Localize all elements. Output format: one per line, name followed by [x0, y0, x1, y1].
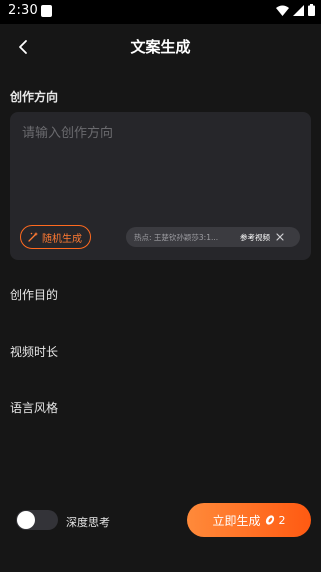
toggle-knob — [17, 511, 35, 529]
direction-card: 随机生成 热点: 王楚钦孙颖莎3:1... 参考视频 — [10, 112, 311, 260]
status-time: 2:30 — [8, 3, 38, 18]
deep-think-label: 深度思考 — [66, 516, 110, 529]
deep-think-toggle[interactable] — [16, 510, 58, 530]
wifi-icon — [276, 5, 289, 16]
cost-count: 2 — [278, 513, 286, 527]
page-title: 文案生成 — [130, 38, 191, 56]
coin-icon — [265, 515, 274, 525]
direction-input[interactable] — [22, 122, 298, 212]
close-icon[interactable] — [276, 233, 284, 241]
direction-label: 创作方向 — [10, 90, 59, 104]
duration-row[interactable]: 视频时长 — [10, 343, 58, 360]
hot-topic-chip[interactable]: 热点: 王楚钦孙颖莎3:1... 参考视频 — [126, 227, 300, 247]
generate-button[interactable]: 立即生成 2 — [187, 503, 311, 537]
signal-icon — [293, 4, 304, 16]
magic-wand-icon — [28, 232, 38, 242]
random-generate-label: 随机生成 — [42, 233, 82, 245]
purpose-row[interactable]: 创作目的 — [10, 286, 58, 303]
status-bar: 2:30 — [0, 0, 321, 24]
status-icons — [276, 4, 315, 16]
battery-icon — [308, 4, 315, 16]
hot-topic-text: 热点: 王楚钦孙颖莎3:1... — [134, 232, 219, 242]
random-generate-button[interactable]: 随机生成 — [20, 225, 91, 249]
header: 文案生成 — [0, 24, 321, 68]
style-row[interactable]: 语言风格 — [10, 399, 58, 416]
notification-icon — [41, 5, 52, 17]
generate-label: 立即生成 — [212, 513, 261, 528]
reference-video-link[interactable]: 参考视频 — [240, 232, 270, 243]
